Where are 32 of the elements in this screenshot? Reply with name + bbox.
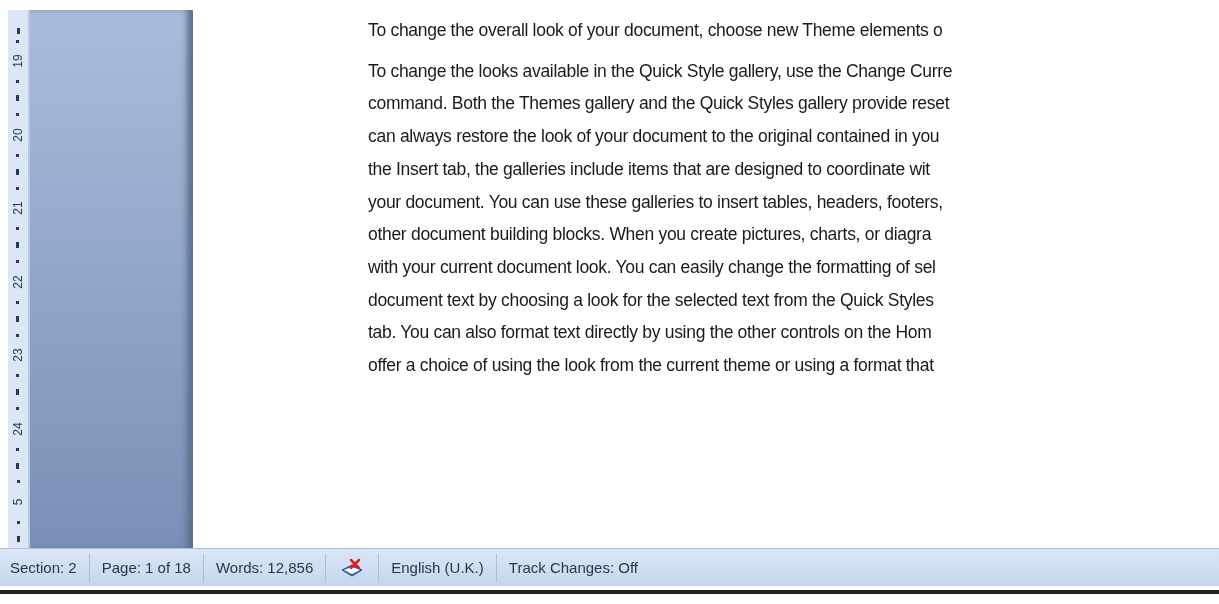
ruler-tick	[16, 95, 20, 102]
status-bar-item[interactable]: Track Changes: Off	[495, 553, 650, 582]
ruler-number: 24	[11, 422, 25, 436]
document-text-line: the Insert tab, the galleries include items that are designed to coordinate wit	[368, 157, 930, 181]
document-text-line: with your current document look. You can easily change the formatting of sel	[368, 255, 936, 279]
ruler-number: 5	[11, 499, 25, 506]
document-text-line: command. Both the Themes gallery and the Quick Styles gallery provide reset	[368, 92, 950, 116]
document-text-line: To change the looks available in the Quick Style gallery, use the Change Curre	[368, 59, 953, 83]
ruler-tick	[16, 315, 20, 322]
ruler-tick	[16, 536, 20, 543]
status-bar-item[interactable]: English (U.K.)	[378, 553, 496, 582]
ruler-tick	[16, 168, 20, 175]
ruler-number: 20	[11, 128, 25, 142]
ruler-tick	[16, 28, 20, 34]
ruler-number: 19	[11, 54, 25, 69]
ruler-tick	[16, 242, 20, 249]
status-bar-item[interactable]: Page: 1 of 18	[88, 553, 203, 582]
ruler-tick	[16, 462, 20, 469]
document-text-line: other document building blocks. When you create pictures, charts, or diagra	[368, 223, 932, 247]
document-text-line: To change the overall look of your document, choose new Theme elements o	[368, 19, 943, 42]
document-text-line: tab. You can also format text directly by using the other controls on the Hom	[368, 321, 932, 345]
status-bar-item[interactable]: Words: 12,856	[202, 553, 326, 582]
ruler-tick	[16, 389, 20, 396]
ruler-number: 22	[11, 275, 25, 289]
document-text-line: offer a choice of using the look from the current theme or using a format that	[368, 354, 934, 378]
ruler-number: 21	[11, 201, 25, 216]
ruler-number: 23	[11, 348, 25, 363]
document-text-line: your document. You can use these galleries to insert tables, headers, footers,	[368, 190, 943, 214]
status-bar-item[interactable]: Section: 2	[10, 553, 89, 582]
document-text-line: can always restore the look of your document to the original contained in you	[368, 125, 940, 149]
document-text-line: document text by choosing a look for the selected text from the Quick Styles	[368, 288, 934, 312]
proofing-book-icon[interactable]	[340, 557, 365, 578]
